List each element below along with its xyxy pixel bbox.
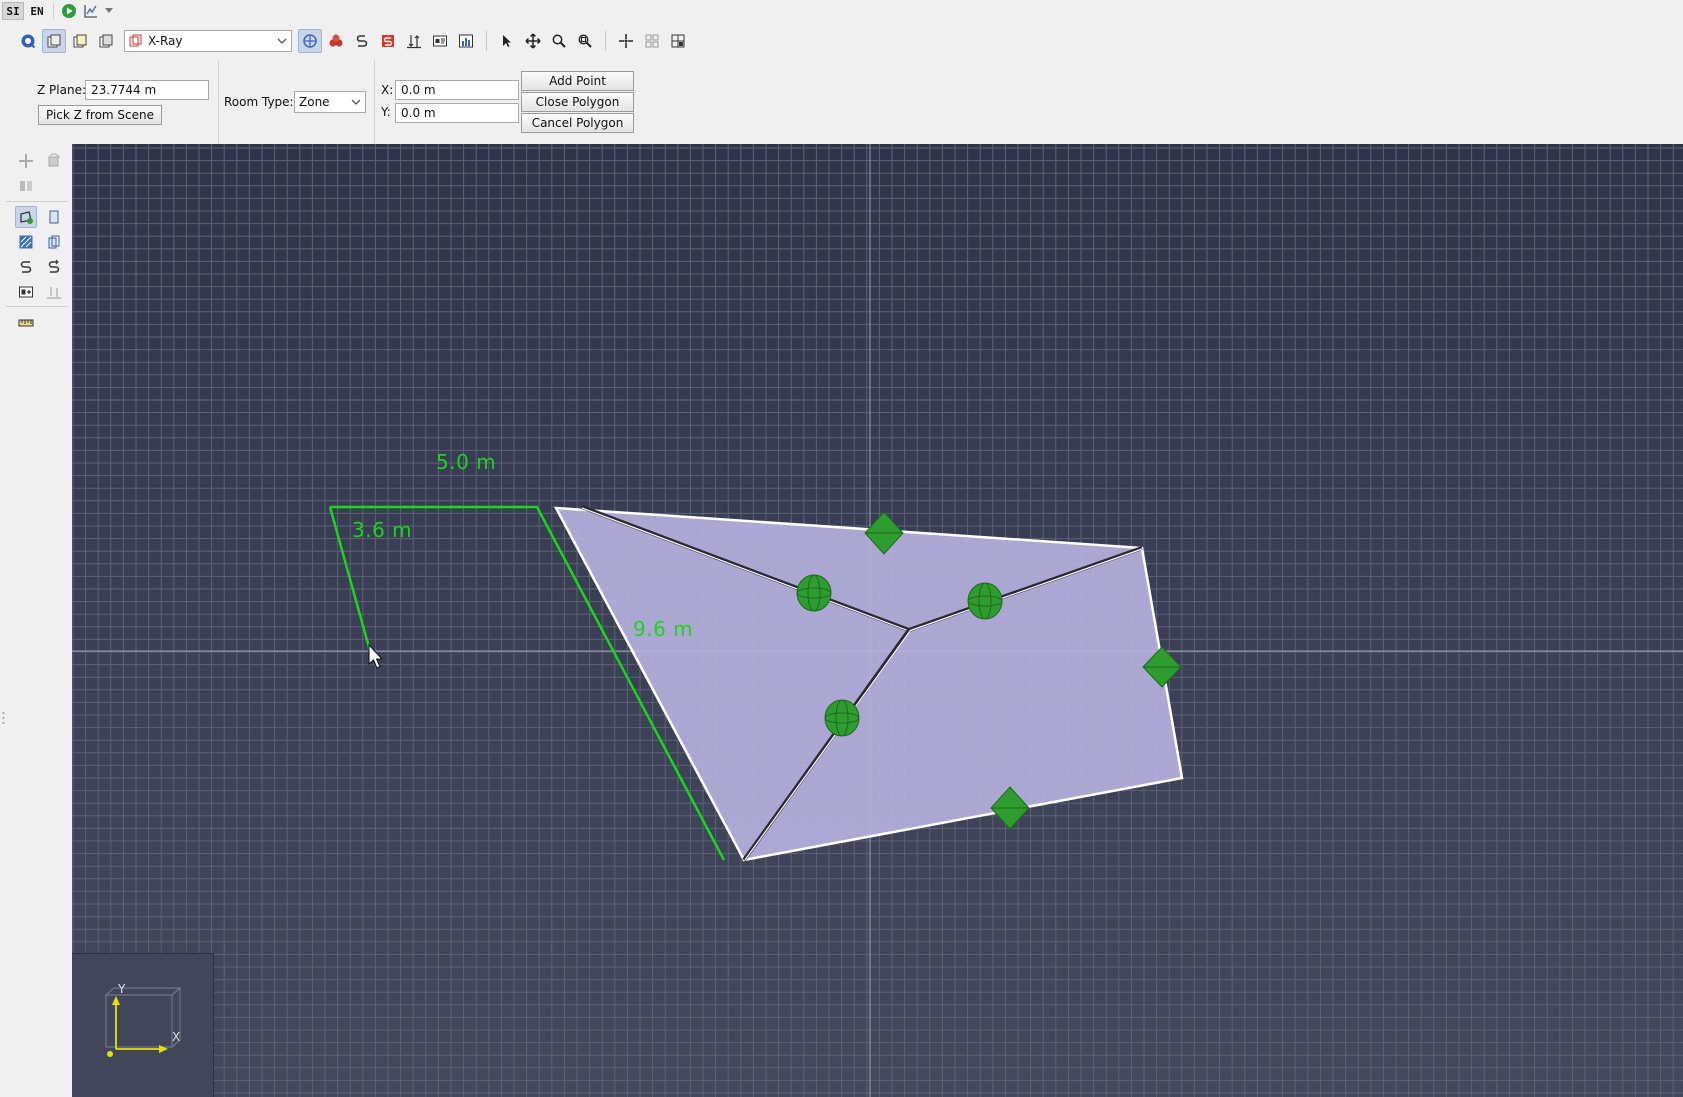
play-icon[interactable] (59, 2, 79, 20)
separator (374, 60, 375, 144)
unit-si-button[interactable]: SI (2, 2, 24, 20)
add-point-button[interactable]: Add Point (521, 71, 634, 91)
draw-room-icon[interactable] (15, 206, 37, 228)
snap-icon[interactable] (614, 29, 638, 53)
close-polygon-button[interactable]: Close Polygon (521, 92, 634, 112)
unit-en-button[interactable]: EN (26, 2, 48, 20)
separator (605, 31, 606, 51)
target-tool-icon[interactable] (15, 281, 37, 303)
z-plane-field[interactable]: 23.7744 m (85, 80, 209, 100)
dimension-label-diagonal: 9.6 m (633, 617, 694, 641)
xray-toggle-icon[interactable] (298, 29, 322, 53)
chart-icon[interactable] (81, 2, 101, 20)
separator (486, 31, 487, 51)
render-mode-value: X-Ray (148, 34, 183, 48)
move-tool-icon[interactable] (15, 150, 37, 172)
door-tool-icon[interactable] (43, 206, 65, 228)
measure-icon[interactable] (402, 29, 426, 53)
layout-icon[interactable] (666, 29, 690, 53)
y-axis-label: Y (118, 982, 126, 996)
room-type-dropdown[interactable]: Zone (294, 91, 366, 113)
door-node[interactable] (796, 574, 832, 612)
vents-icon[interactable] (350, 29, 374, 53)
navigate-icon[interactable] (16, 29, 40, 53)
tool-palette (0, 146, 70, 1097)
materials-icon[interactable] (324, 29, 348, 53)
flow-path-alt-icon[interactable] (43, 256, 65, 278)
move-icon[interactable] (521, 29, 545, 53)
app-window: SI EN X-Ray Z Plane: 23.7744 m Pick Z fr… (0, 0, 1683, 1097)
z-plane-label: Z Plane: (37, 83, 86, 97)
x-coordinate-field[interactable]: 0.0 m (395, 80, 519, 100)
rotate-tool-icon[interactable] (43, 150, 65, 172)
properties-panel: Z Plane: 23.7744 m Pick Z from Scene Roo… (0, 60, 1683, 144)
chevron-down-icon (277, 38, 287, 44)
pick-z-button[interactable]: Pick Z from Scene (38, 105, 162, 125)
mirror-tool-icon[interactable] (15, 175, 37, 197)
door-node[interactable] (824, 699, 860, 737)
axis-gizmo: Y X (72, 953, 214, 1097)
cancel-polygon-button[interactable]: Cancel Polygon (521, 113, 634, 133)
top-strip: SI EN (0, 0, 1683, 22)
paste-scene-icon[interactable] (94, 29, 118, 53)
zoom-extents-icon[interactable] (573, 29, 597, 53)
copy-scene-icon[interactable] (68, 29, 92, 53)
x-axis-label: X (172, 1030, 181, 1044)
xray-mode-icon (129, 34, 142, 47)
separator (218, 60, 219, 144)
new-scene-icon[interactable] (42, 29, 66, 53)
chevron-down-icon (351, 99, 361, 105)
room-type-value: Zone (299, 95, 330, 109)
panel-grip-icon[interactable] (2, 711, 5, 725)
separator (6, 306, 68, 307)
data-icon[interactable] (428, 29, 452, 53)
render-mode-dropdown[interactable]: X-Ray (124, 30, 292, 52)
separator (6, 201, 68, 202)
y-label: Y: (381, 105, 391, 119)
scene-canvas[interactable] (72, 144, 1683, 1097)
room-type-label: Room Type: (224, 95, 294, 109)
obstruction-tool-icon[interactable] (15, 231, 37, 253)
separator (53, 3, 54, 19)
door-node[interactable] (967, 582, 1003, 620)
zoom-icon[interactable] (547, 29, 571, 53)
walls-icon[interactable] (376, 29, 400, 53)
chart-icon[interactable] (454, 29, 478, 53)
flow-path-icon[interactable] (15, 256, 37, 278)
chevron-down-icon[interactable] (103, 2, 115, 20)
height-tool-icon[interactable] (43, 281, 65, 303)
grid-icon[interactable] (640, 29, 664, 53)
ruler-icon[interactable] (15, 312, 37, 334)
y-coordinate-field[interactable]: 0.0 m (395, 103, 519, 123)
scene-viewport[interactable]: 5.0 m 3.6 m 9.6 m Y X (72, 144, 1683, 1097)
dimension-label-left: 3.6 m (352, 518, 413, 542)
x-label: X: (381, 83, 394, 97)
stair-tool-icon[interactable] (43, 231, 65, 253)
axis-gizmo-canvas (104, 987, 182, 1057)
dimension-label-top: 5.0 m (436, 450, 497, 474)
main-toolbar: X-Ray (0, 28, 1683, 54)
select-icon[interactable] (495, 29, 519, 53)
